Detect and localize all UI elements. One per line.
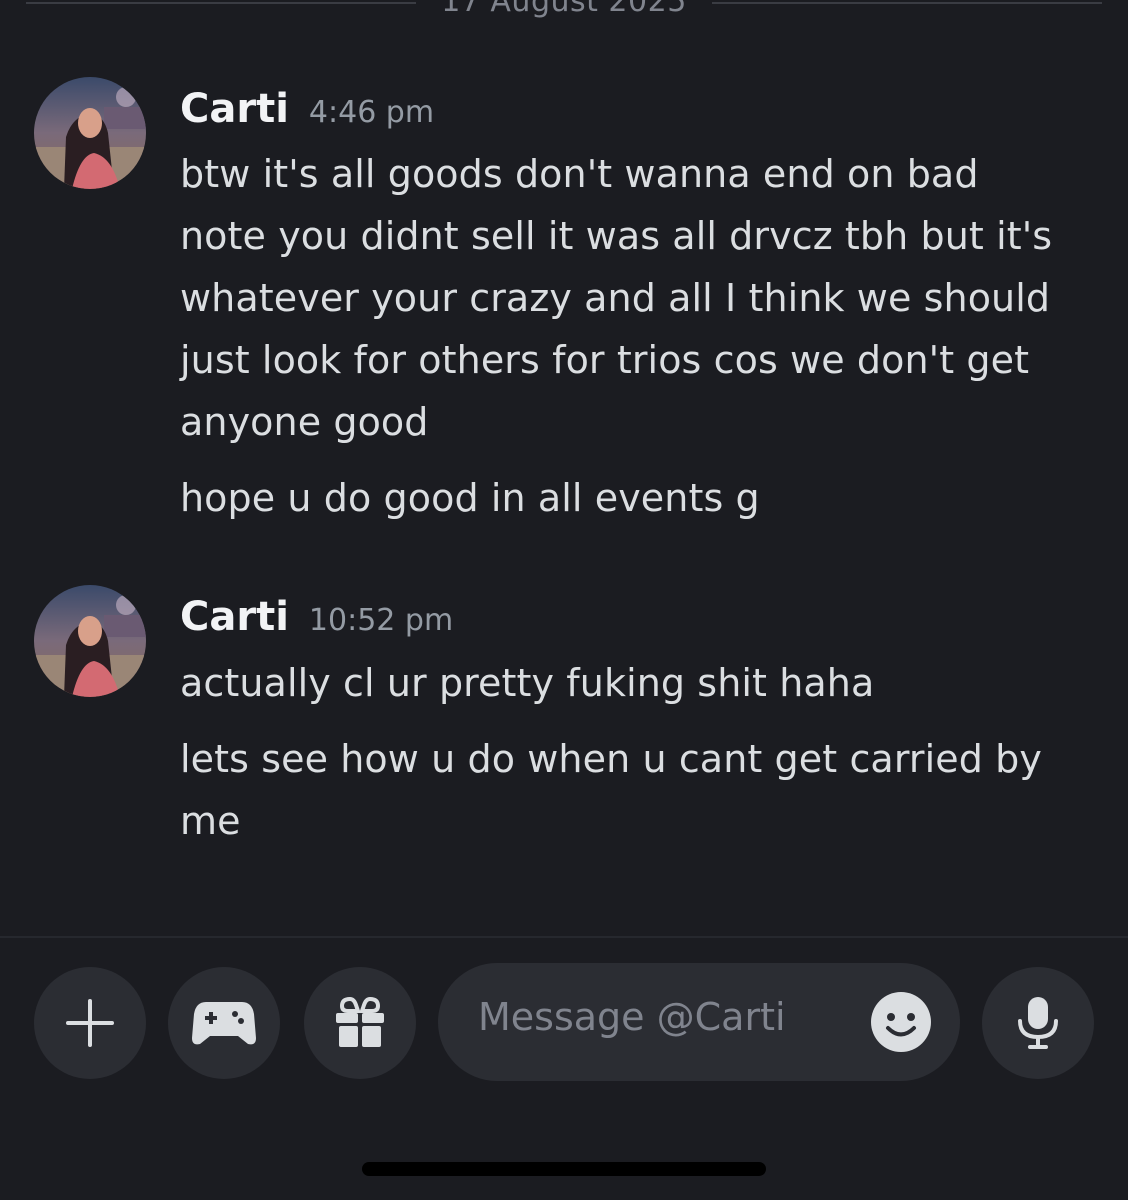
message-text[interactable]: actually cl ur pretty fuking shit haha (180, 652, 1100, 714)
message-input[interactable]: Message @Carti (438, 963, 960, 1081)
date-divider-text: 17 August 2025 (441, 0, 687, 19)
dm-chat-screen: 17 August 2025 Carti 4:46 pm btw it's al… (0, 0, 1128, 1200)
add-button[interactable] (34, 967, 146, 1079)
message-text[interactable]: btw it's all goods don't wanna end on ba… (180, 143, 1100, 453)
composer-divider (0, 936, 1128, 938)
message-header: Carti 10:52 pm (180, 594, 453, 640)
username[interactable]: Carti (180, 86, 289, 132)
username[interactable]: Carti (180, 594, 289, 640)
avatar[interactable] (34, 585, 146, 697)
message-text[interactable]: hope u do good in all events g (180, 467, 1100, 529)
avatar[interactable] (34, 77, 146, 189)
timestamp: 10:52 pm (308, 603, 454, 638)
microphone-icon (1014, 995, 1062, 1051)
divider-line-right (712, 2, 1102, 4)
plus-icon (62, 995, 118, 1051)
date-divider: 17 August 2025 (0, 0, 1128, 30)
home-indicator[interactable] (362, 1162, 766, 1176)
gift-button[interactable] (304, 967, 416, 1079)
gift-icon (332, 995, 388, 1051)
message-input-placeholder: Message @Carti (478, 995, 786, 1039)
timestamp: 4:46 pm (308, 95, 435, 130)
divider-line-left (26, 2, 416, 4)
message-header: Carti 4:46 pm (180, 86, 434, 132)
voice-message-button[interactable] (982, 967, 1094, 1079)
message-text[interactable]: lets see how u do when u cant get carrie… (180, 728, 1100, 852)
gamepad-icon (192, 998, 256, 1048)
emoji-icon[interactable] (870, 991, 932, 1053)
activities-button[interactable] (168, 967, 280, 1079)
